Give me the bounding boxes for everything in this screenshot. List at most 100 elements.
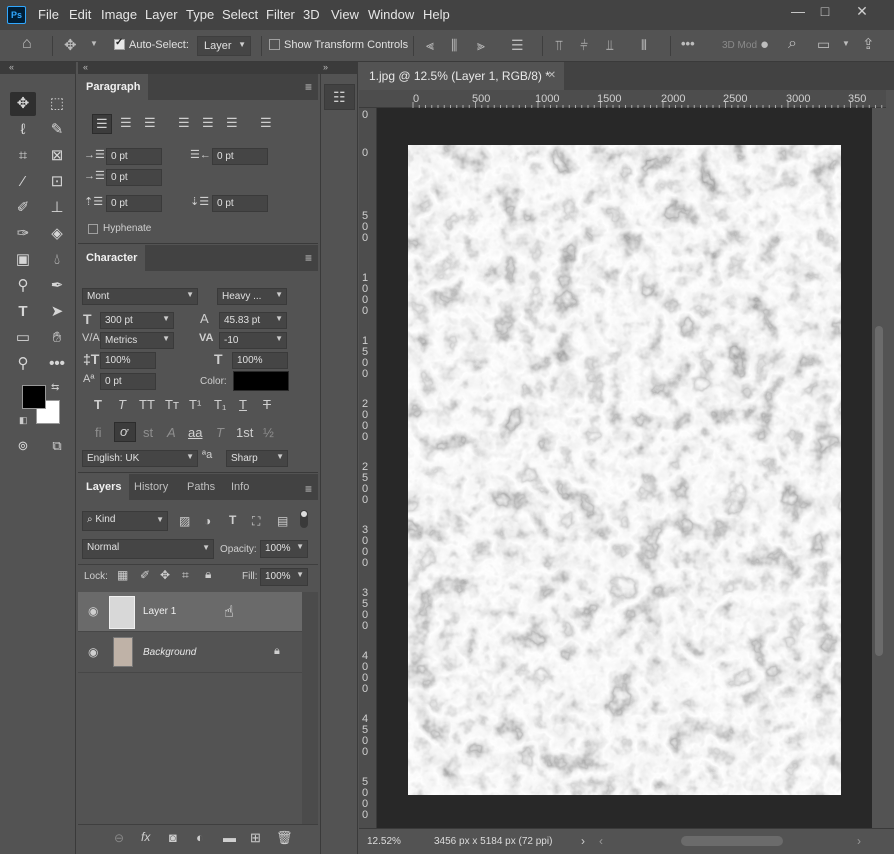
tracking-field[interactable]: -10 ▼ [219, 332, 287, 349]
eraser-icon[interactable]: ◈ [44, 222, 70, 246]
blend-mode-dropdown[interactable]: Normal ▼ [82, 539, 214, 559]
swash-button[interactable]: A [167, 425, 176, 440]
move-icon[interactable]: ✥ [10, 92, 36, 116]
3d-orbit-icon[interactable]: ● [760, 36, 769, 53]
zoom-level[interactable]: 12.52% [367, 836, 401, 847]
filter-smart-object-icon[interactable]: ▤ [277, 514, 288, 528]
font-style-dropdown[interactable]: Heavy ... ▼ [217, 288, 287, 305]
menu-help[interactable]: Help [423, 7, 450, 22]
quick-select-icon[interactable]: ✎ [44, 118, 70, 142]
double-chevron-right-icon[interactable]: » [323, 62, 328, 72]
eyedropper-icon[interactable]: ⁄ [10, 170, 36, 194]
document-canvas[interactable] [408, 145, 841, 795]
ordinals-button[interactable]: 1st [236, 425, 253, 440]
chevron-down-icon[interactable]: ▼ [842, 39, 850, 48]
blur-icon[interactable]: 💧︎ [44, 248, 70, 272]
lock-image-icon[interactable]: ✐ [140, 568, 150, 582]
history-brush-icon[interactable]: ✑ [10, 222, 36, 246]
lasso-icon[interactable]: ℓ [10, 118, 36, 142]
ligatures-button[interactable]: fi [95, 425, 102, 440]
tab-paths[interactable]: Paths [179, 474, 223, 500]
panel-menu-icon[interactable]: ≡ [305, 251, 312, 265]
stamp-icon[interactable]: ⊥ [44, 196, 70, 220]
tab-history[interactable]: History [126, 474, 176, 500]
dodge-icon[interactable]: ⚲ [10, 274, 36, 298]
filter-pixel-icon[interactable]: ▨ [179, 514, 190, 528]
space-before-field[interactable]: 0 pt [106, 195, 162, 212]
fx-icon[interactable]: fx [141, 830, 150, 844]
filter-type-icon[interactable]: T [229, 513, 236, 527]
tab-info[interactable]: Info [223, 474, 257, 500]
show-transform-checkbox[interactable] [269, 39, 280, 50]
patch-icon[interactable]: ⊡ [44, 170, 70, 194]
menu-view[interactable]: View [331, 7, 359, 22]
auto-select-checkbox[interactable] [114, 37, 125, 50]
hand-icon[interactable]: ✋︎ [44, 326, 70, 350]
superscript-button[interactable]: T¹ [189, 397, 201, 412]
pen-icon[interactable]: ✒ [44, 274, 70, 298]
menu-edit[interactable]: Edit [69, 7, 91, 22]
align-center-text-icon[interactable]: ☰ [120, 115, 132, 131]
all-caps-button[interactable]: TT [139, 397, 155, 412]
font-size-field[interactable]: 300 pt ▼ [100, 312, 174, 329]
move-tool-preset-icon[interactable]: ✥ [64, 36, 77, 54]
search-icon[interactable]: ⌕ [788, 35, 797, 53]
layer-name[interactable]: Background [143, 647, 196, 658]
horizontal-scale-field[interactable]: 100% [232, 352, 288, 369]
titling-alternates-button[interactable]: aa [188, 425, 202, 440]
vertical-scrollbar[interactable] [872, 108, 886, 828]
align-horizontal-centers-icon[interactable]: ⫼ [451, 37, 457, 54]
gradient-icon[interactable]: ▣ [10, 248, 36, 272]
baseline-shift-field[interactable]: 0 pt [100, 373, 156, 390]
space-after-field[interactable]: 0 pt [212, 195, 268, 212]
tab-layers[interactable]: Layers [78, 474, 130, 500]
justify-all-icon[interactable]: ☰ [260, 115, 272, 131]
small-caps-button[interactable]: Tт [165, 397, 179, 412]
underline-button[interactable]: T [239, 397, 247, 412]
vertical-ruler[interactable]: 0 0 500 1000 1500 2000 2500 3000 3500 40… [359, 108, 377, 828]
tab-paragraph[interactable]: Paragraph [78, 74, 149, 100]
auto-select-target-dropdown[interactable]: Layer ▼ [197, 36, 251, 56]
close-window-button[interactable]: ✕ [847, 3, 877, 21]
foreground-color-swatch[interactable] [22, 385, 46, 409]
zoom-icon[interactable]: ⚲ [10, 352, 36, 376]
new-group-icon[interactable]: ▬ [223, 830, 236, 845]
kerning-dropdown[interactable]: Metrics ▼ [100, 332, 174, 349]
share-icon[interactable]: ⇪ [862, 35, 875, 53]
tools-collapse-strip[interactable]: « [0, 62, 76, 74]
horizontal-ruler[interactable]: 0 500 1000 1500 2000 2500 3000 350 [359, 90, 894, 108]
fractions-button[interactable]: ½ [263, 425, 274, 440]
lock-position-icon[interactable]: ✥ [160, 568, 170, 582]
new-layer-icon[interactable]: ⊞ [250, 830, 261, 846]
filter-shape-icon[interactable]: ⛶ [252, 514, 260, 529]
add-mask-icon[interactable]: ◙ [169, 830, 177, 845]
filter-adjustment-icon[interactable]: ◑ [204, 514, 211, 528]
screen-mode-icon[interactable]: ⧉ [44, 434, 70, 458]
anti-alias-dropdown[interactable]: Sharp ▼ [226, 450, 288, 467]
properties-panel-button[interactable]: ☷ [324, 84, 355, 110]
justify-last-center-icon[interactable]: ☰ [202, 115, 214, 131]
font-family-dropdown[interactable]: Mont ▼ [82, 288, 198, 305]
menu-image[interactable]: Image [101, 7, 137, 22]
new-adjustment-icon[interactable]: ◐ [196, 830, 204, 845]
opacity-field[interactable]: 100% ▼ [260, 540, 308, 558]
language-dropdown[interactable]: English: UK ▼ [82, 450, 198, 467]
maximize-button[interactable]: □ [810, 3, 840, 21]
chevron-down-icon[interactable]: ▼ [90, 39, 98, 48]
scroll-left-icon[interactable]: ‹ [599, 834, 603, 848]
menu-select[interactable]: Select [222, 7, 258, 22]
quick-mask-icon[interactable]: ⊚ [10, 434, 36, 458]
layer-row[interactable]: ◉ Layer 1 ☝︎ [78, 592, 302, 632]
brush-icon[interactable]: ✐ [10, 196, 36, 220]
align-bottom-edges-icon[interactable]: ⫫ [606, 37, 614, 54]
subscript-button[interactable]: T₁ [214, 397, 226, 412]
double-chevron-left-icon[interactable]: « [9, 62, 14, 72]
layer-name[interactable]: Layer 1 [143, 606, 176, 617]
distribute-horizontal-icon[interactable]: ⫴ [641, 37, 647, 54]
menu-window[interactable]: Window [368, 7, 414, 22]
default-colors-icon[interactable]: ◧ [19, 415, 28, 426]
justify-last-right-icon[interactable]: ☰ [226, 115, 238, 131]
align-top-edges-icon[interactable]: ⫪ [555, 37, 563, 54]
filter-toggle[interactable] [300, 510, 308, 528]
marquee-icon[interactable]: ⬚ [44, 92, 70, 116]
